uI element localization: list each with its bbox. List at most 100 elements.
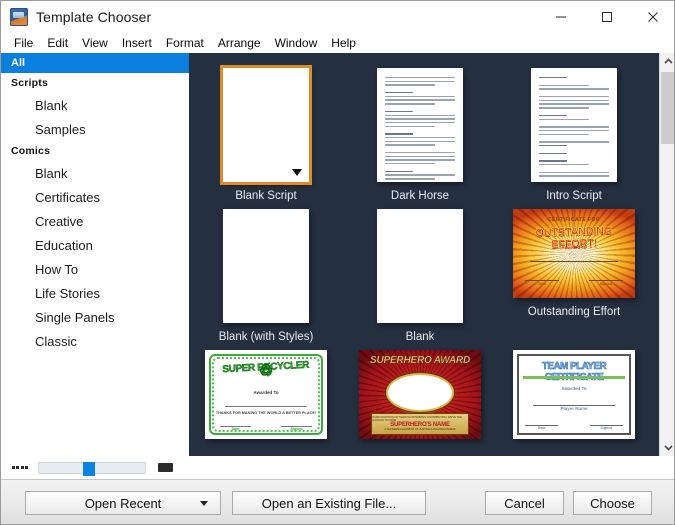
template-label: Blank <box>405 331 435 343</box>
choose-button[interactable]: Choose <box>573 491 652 515</box>
menu-arrange[interactable]: Arrange <box>211 34 268 52</box>
template-thumbnail[interactable] <box>377 68 463 182</box>
small-thumbnails-icon[interactable] <box>12 463 28 473</box>
maximize-button[interactable] <box>584 1 630 32</box>
template-card-dark-horse[interactable]: Dark Horse <box>343 61 497 202</box>
template-thumbnail[interactable] <box>531 68 617 182</box>
thumbnail-size-slider[interactable] <box>38 461 146 476</box>
sidebar-item-label: Samples <box>35 121 86 137</box>
sidebar-item-life-stories[interactable]: Life Stories <box>1 281 189 305</box>
template-card-blank-with-styles[interactable]: Blank (with Styles) <box>189 202 343 343</box>
open-recent-dropdown[interactable]: Open Recent <box>25 491 221 515</box>
open-recent-label: Open Recent <box>84 495 162 511</box>
cert-date-label: Date <box>231 426 240 431</box>
thumbnail-size-controls <box>1 456 189 479</box>
thumbnail-blank-page <box>377 209 463 323</box>
template-thumbnail[interactable] <box>220 65 312 185</box>
template-thumbnail[interactable] <box>377 209 463 323</box>
category-sidebar: All Scripts Blank Samples Comics Blank C… <box>1 53 189 456</box>
menu-format[interactable]: Format <box>159 34 211 52</box>
sidebar-item-certificates[interactable]: Certificates <box>1 185 189 209</box>
sidebar-item-education[interactable]: Education <box>1 233 189 257</box>
sidebar-item-scripts-blank[interactable]: Blank <box>1 93 189 117</box>
cancel-label: Cancel <box>504 495 545 511</box>
sidebar-item-all[interactable]: All <box>1 53 189 73</box>
slider-knob[interactable] <box>83 461 95 476</box>
template-label: Dark Horse <box>390 190 450 202</box>
template-thumbnail[interactable]: SUPER ♻ RECYCLER Awarded To THANKS FOR M… <box>205 350 327 439</box>
scroll-up-button[interactable] <box>660 53 674 70</box>
cert-subtitle: Awarded To <box>561 244 587 250</box>
template-card-blank-script[interactable]: Blank Script <box>189 61 343 202</box>
menu-view[interactable]: View <box>75 34 115 52</box>
sidebar-group-comics: Comics <box>1 141 189 161</box>
gallery-scrollbar[interactable] <box>659 53 674 456</box>
sidebar-item-label: Blank <box>35 97 68 113</box>
sidebar-item-single-panels[interactable]: Single Panels <box>1 305 189 329</box>
sidebar-group-scripts: Scripts <box>1 73 189 93</box>
cancel-button[interactable]: Cancel <box>485 491 564 515</box>
template-thumbnail[interactable]: CERTIFICATE FOR OUTSTANDING EFFORT! Awar… <box>513 209 635 298</box>
thumbnail-text-page <box>531 68 617 182</box>
sidebar-item-comics-blank[interactable]: Blank <box>1 161 189 185</box>
recycle-icon: ♻ <box>258 362 274 381</box>
template-card-blank[interactable]: Blank <box>343 202 497 343</box>
template-card-team-player[interactable]: TEAM PLAYER CERTIFICATE Awarded To Playe… <box>497 343 651 439</box>
template-label: Outstanding Effort <box>527 306 621 318</box>
template-thumbnail[interactable] <box>223 209 309 323</box>
sidebar-item-label: Creative <box>35 213 84 229</box>
sidebar-item-label: Classic <box>35 333 77 349</box>
window-controls <box>538 1 674 32</box>
menu-window[interactable]: Window <box>268 34 325 52</box>
sidebar-item-label: How To <box>35 261 79 277</box>
cert-top-text: CERTIFICATE FOR <box>547 217 601 223</box>
minimize-icon <box>556 16 566 17</box>
template-card-super-recycler[interactable]: SUPER ♻ RECYCLER Awarded To THANKS FOR M… <box>189 343 343 439</box>
open-existing-label: Open an Existing File... <box>261 495 397 511</box>
cert-date-label: Date <box>537 425 546 430</box>
template-card-superhero-award[interactable]: SUPERHERO AWARD IN RECOGNITION OF THEIR … <box>343 343 497 439</box>
menu-help[interactable]: Help <box>324 34 363 52</box>
thumbnail-blank-page <box>223 68 309 182</box>
close-button[interactable] <box>630 1 674 32</box>
sidebar-item-label: All <box>11 57 26 69</box>
sidebar-item-classic[interactable]: Classic <box>1 329 189 353</box>
cert-date-label: Date <box>538 281 547 286</box>
scroll-down-button[interactable] <box>660 439 674 456</box>
template-row: Blank (with Styles) Blank CERTIFICATE FO… <box>189 202 653 343</box>
maximize-icon <box>602 11 612 22</box>
template-grid: Blank Script Dark Horse Intro Script Bla… <box>189 53 653 456</box>
choose-label: Choose <box>590 495 635 511</box>
title-bar: Template Chooser <box>1 1 674 32</box>
template-card-intro-script[interactable]: Intro Script <box>497 61 651 202</box>
thumbnail-certificate-outstanding-effort: CERTIFICATE FOR OUTSTANDING EFFORT! Awar… <box>513 209 635 298</box>
sidebar-item-how-to[interactable]: How To <box>1 257 189 281</box>
window-title: Template Chooser <box>36 8 152 25</box>
menu-file[interactable]: File <box>7 34 40 52</box>
cert-band-bottom: A SUPREME CHAMPION OF JUSTICE & RIGHTEOU… <box>384 428 456 432</box>
cert-subtitle: Awarded To <box>253 390 279 396</box>
cert-main-title: TEAM PLAYER CERTIFICATE <box>541 360 607 383</box>
open-existing-file-button[interactable]: Open an Existing File... <box>232 491 426 515</box>
template-thumbnail[interactable]: SUPERHERO AWARD IN RECOGNITION OF THEIR … <box>359 350 481 439</box>
cert-subtitle: Awarded To <box>561 385 587 391</box>
app-icon <box>10 7 28 26</box>
menu-insert[interactable]: Insert <box>115 34 159 52</box>
cert-title-left: SUPER <box>222 363 256 376</box>
menu-edit[interactable]: Edit <box>40 34 75 52</box>
sidebar-item-creative[interactable]: Creative <box>1 209 189 233</box>
large-thumbnails-icon[interactable] <box>158 463 173 472</box>
dialog-footer: Open Recent Open an Existing File... Can… <box>1 479 674 524</box>
template-card-outstanding-effort[interactable]: CERTIFICATE FOR OUTSTANDING EFFORT! Awar… <box>497 202 651 343</box>
cert-signed-label: Signed <box>600 425 613 430</box>
chevron-down-icon <box>664 445 673 451</box>
sidebar-item-scripts-samples[interactable]: Samples <box>1 117 189 141</box>
cert-name-text: Player Name <box>560 406 588 412</box>
cert-title-underline <box>522 375 626 379</box>
menu-bar: File Edit View Insert Format Arrange Win… <box>1 32 674 53</box>
template-thumbnail[interactable]: TEAM PLAYER CERTIFICATE Awarded To Playe… <box>513 350 635 439</box>
cert-main-title: SUPERHERO AWARD <box>370 355 471 367</box>
scrollbar-thumb[interactable] <box>661 72 674 144</box>
minimize-button[interactable] <box>538 1 584 32</box>
template-label: Blank Script <box>235 190 297 202</box>
